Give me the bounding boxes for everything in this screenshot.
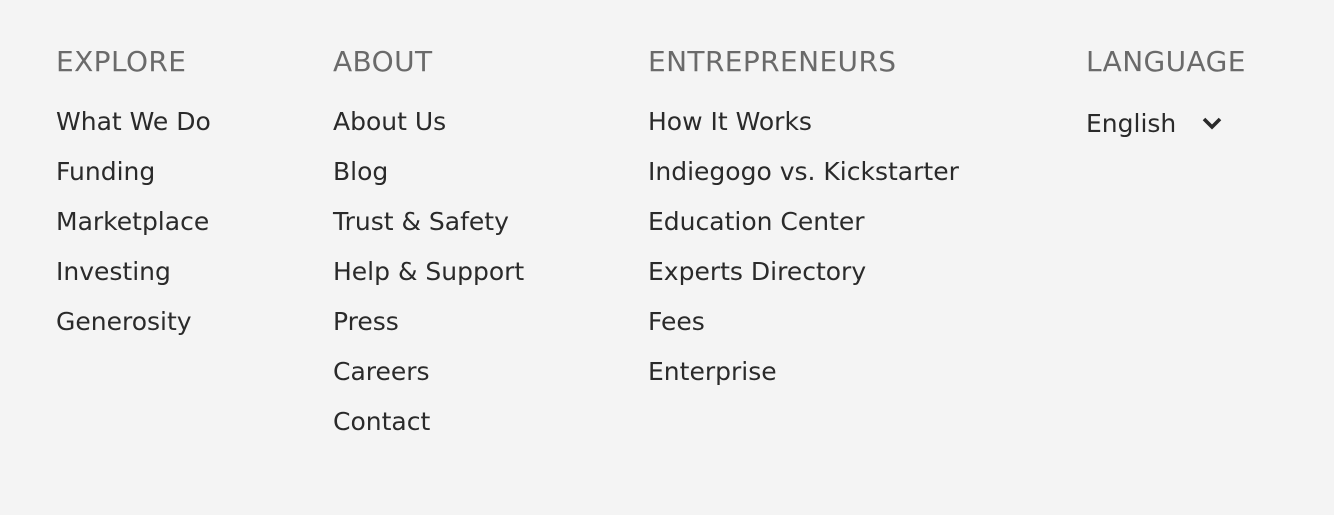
- language-column: LANGUAGE English: [1086, 44, 1246, 138]
- footer-link-label: Contact: [333, 407, 431, 436]
- footer-link-investing[interactable]: Investing: [56, 258, 211, 308]
- footer-link-marketplace[interactable]: Marketplace: [56, 208, 211, 258]
- footer-link-label: Blog: [333, 157, 389, 186]
- about-column: ABOUT About Us Blog Trust & Safety Help …: [333, 44, 524, 458]
- footer-link-education-center[interactable]: Education Center: [648, 208, 959, 258]
- footer-link-label: What We Do: [56, 107, 211, 136]
- footer-link-indiegogo-vs-kickstarter[interactable]: Indiegogo vs. Kickstarter: [648, 158, 959, 208]
- footer-link-what-we-do[interactable]: What We Do: [56, 108, 211, 158]
- footer-link-label: Funding: [56, 157, 156, 186]
- footer-link-how-it-works[interactable]: How It Works: [648, 108, 959, 158]
- explore-heading: EXPLORE: [56, 45, 187, 78]
- footer-link-careers[interactable]: Careers: [333, 358, 524, 408]
- footer-link-experts-directory[interactable]: Experts Directory: [648, 258, 959, 308]
- about-links: About Us Blog Trust & Safety Help & Supp…: [333, 108, 524, 458]
- footer-link-label: Experts Directory: [648, 257, 867, 286]
- explore-column: EXPLORE What We Do Funding Marketplace I…: [56, 44, 211, 358]
- footer-link-label: Press: [333, 307, 399, 336]
- footer-link-label: Fees: [648, 307, 705, 336]
- about-heading: ABOUT: [333, 45, 433, 78]
- footer-link-help-support[interactable]: Help & Support: [333, 258, 524, 308]
- footer-link-label: Indiegogo vs. Kickstarter: [648, 157, 959, 186]
- footer-link-label: Enterprise: [648, 357, 777, 386]
- entrepreneurs-heading: ENTREPRENEURS: [648, 45, 897, 78]
- footer-link-label: Investing: [56, 257, 171, 286]
- footer-link-trust-safety[interactable]: Trust & Safety: [333, 208, 524, 258]
- footer-link-blog[interactable]: Blog: [333, 158, 524, 208]
- footer-link-label: About Us: [333, 107, 447, 136]
- footer-link-funding[interactable]: Funding: [56, 158, 211, 208]
- entrepreneurs-column: ENTREPRENEURS How It Works Indiegogo vs.…: [648, 44, 959, 408]
- language-heading: LANGUAGE: [1086, 45, 1246, 78]
- footer-link-label: Help & Support: [333, 257, 525, 286]
- footer-link-contact[interactable]: Contact: [333, 408, 524, 458]
- language-selected-value: English: [1086, 108, 1177, 138]
- footer-link-label: Careers: [333, 357, 430, 386]
- footer-link-generosity[interactable]: Generosity: [56, 308, 211, 358]
- explore-links: What We Do Funding Marketplace Investing…: [56, 108, 211, 358]
- language-select[interactable]: English: [1086, 108, 1246, 138]
- footer-link-about-us[interactable]: About Us: [333, 108, 524, 158]
- footer-link-press[interactable]: Press: [333, 308, 524, 358]
- footer-link-label: Education Center: [648, 207, 865, 236]
- entrepreneurs-links: How It Works Indiegogo vs. Kickstarter E…: [648, 108, 959, 408]
- chevron-down-icon: [1200, 111, 1224, 135]
- footer-link-label: Trust & Safety: [333, 207, 509, 236]
- footer-link-enterprise[interactable]: Enterprise: [648, 358, 959, 408]
- footer-link-label: Marketplace: [56, 207, 210, 236]
- site-footer: EXPLORE What We Do Funding Marketplace I…: [0, 0, 1334, 515]
- footer-link-fees[interactable]: Fees: [648, 308, 959, 358]
- footer-link-label: How It Works: [648, 107, 812, 136]
- footer-link-label: Generosity: [56, 307, 192, 336]
